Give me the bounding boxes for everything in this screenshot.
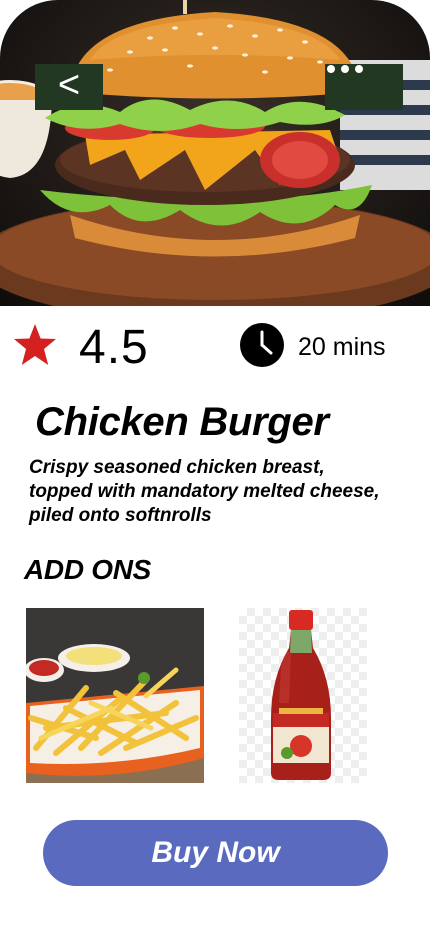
more-icon <box>327 65 363 73</box>
rating-value: 4.5 <box>79 321 149 374</box>
fries-photo <box>26 608 204 783</box>
ketchup-bottle-photo <box>271 610 331 780</box>
more-options-button[interactable] <box>325 64 403 110</box>
product-title: Chicken Burger <box>35 400 329 444</box>
prep-time: 20 mins <box>298 333 386 361</box>
addons-heading: ADD ONS <box>24 554 152 585</box>
buy-now-button[interactable]: Buy Now <box>43 820 388 886</box>
back-icon: < <box>57 64 81 106</box>
burger-illustration <box>0 0 430 306</box>
hero-burger-image: < <box>0 0 430 306</box>
star-icon <box>14 324 56 365</box>
back-button[interactable]: < <box>35 64 103 110</box>
addon-ketchup[interactable] <box>239 608 367 783</box>
addon-fries[interactable] <box>26 608 204 783</box>
product-description: Crispy seasoned chicken breast, topped w… <box>29 457 380 526</box>
clock-icon <box>240 323 284 367</box>
